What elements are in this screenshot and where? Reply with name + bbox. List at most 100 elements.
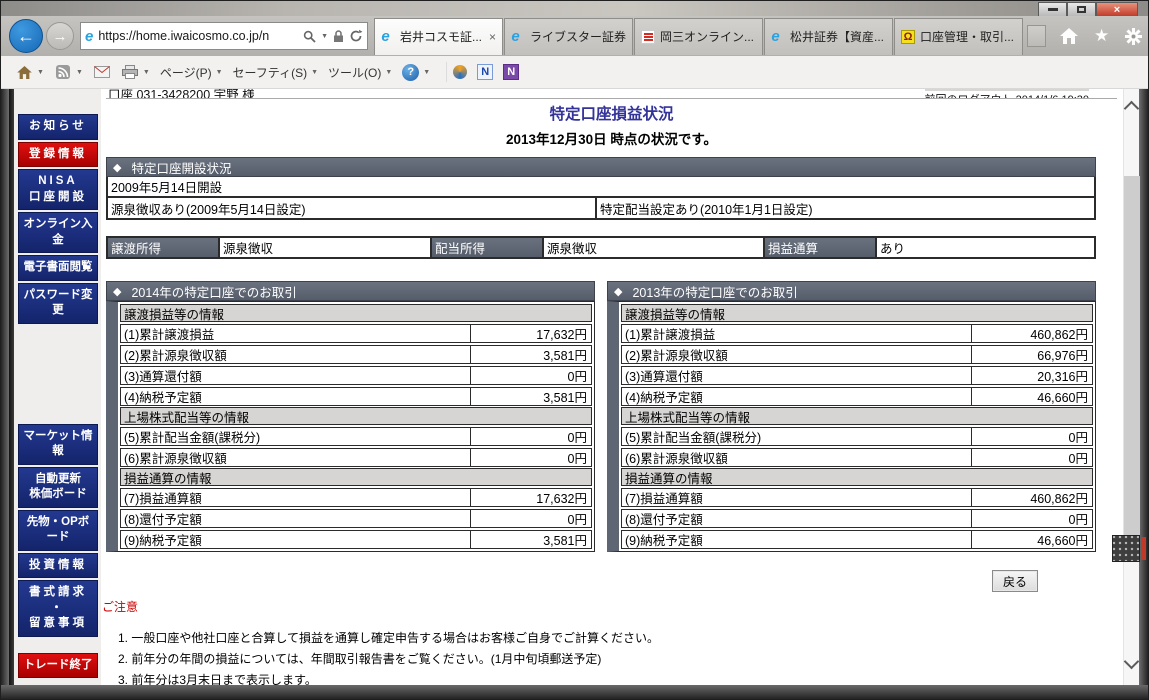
chevron-down-icon: ▼: [143, 69, 150, 76]
account-status-row: 譲渡所得 源泉徴収 配当所得 源泉徴収 損益通算 あり: [106, 236, 1096, 259]
section-header: 損益通算の情報: [120, 468, 592, 486]
onenote-linked-notes-button[interactable]: N: [503, 64, 519, 80]
search-icon[interactable]: [303, 30, 316, 43]
edge-red-sliver: [1141, 537, 1146, 560]
sidebar-item-market-jouhou[interactable]: マーケット情報: [18, 424, 98, 465]
read-mail-button[interactable]: [93, 64, 111, 80]
table-2014: ◆ 2014年の特定口座でのお取引 譲渡損益等の情報 (1)累計譲渡損益17,6…: [106, 281, 595, 552]
row-label: (1)累計譲渡損益: [121, 325, 471, 342]
page-body: お知らせ 登録情報 NISA 口座開設 オンライン入金 電子書面閲覧 パスワード…: [1, 89, 1148, 685]
onenote-linked-icon: N: [503, 64, 519, 80]
sidebar-top-group: お知らせ 登録情報 NISA 口座開設 オンライン入金 電子書面閲覧 パスワード…: [18, 114, 98, 324]
modoru-button[interactable]: 戻る: [992, 570, 1038, 592]
addon-button[interactable]: [453, 65, 467, 79]
sidebar-item-touroku-jouhou[interactable]: 登録情報: [18, 142, 98, 168]
row-label: (7)損益通算額: [121, 489, 471, 506]
addon-swirl-icon: [453, 65, 467, 79]
row-value: 0円: [471, 367, 591, 384]
opening-date-row: 2009年5月14日開設: [106, 177, 1096, 198]
safety-menu[interactable]: セーフティ(S) ▼: [233, 64, 319, 81]
row-value: 460,862円: [972, 325, 1092, 342]
diamond-icon: ◆: [614, 285, 622, 298]
status-value-songeki: あり: [877, 238, 1094, 257]
tab-matsui[interactable]: e 松井証券【資産...: [764, 18, 893, 55]
row-value: 20,316円: [972, 367, 1092, 384]
print-button[interactable]: ▼: [121, 64, 150, 80]
tab-bar: e 岩井コスモ証... × e ライブスター証券 岡三オンライン... e 松井…: [374, 18, 1024, 55]
send-to-onenote-button[interactable]: N: [477, 64, 493, 80]
row-value: 3,581円: [471, 388, 591, 405]
chevron-down-icon: ▼: [311, 69, 318, 76]
table-row: (3)通算還付額0円: [120, 366, 592, 385]
back-button[interactable]: ←: [9, 19, 43, 53]
forward-button[interactable]: →: [46, 22, 74, 50]
status-header-haitou: 配当所得: [432, 238, 544, 257]
row-label: (7)損益通算額: [622, 489, 972, 506]
ie-icon: e: [771, 30, 785, 44]
safety-menu-label: セーフティ(S): [233, 64, 308, 81]
window-controls: ×: [1038, 2, 1138, 17]
scrollbar-thumb[interactable]: [1124, 176, 1140, 561]
close-button[interactable]: ×: [1096, 2, 1138, 17]
tab-okasan-online[interactable]: 岡三オンライン...: [634, 18, 763, 55]
new-tab-button[interactable]: [1027, 25, 1046, 47]
sidebar-item-password-henkou[interactable]: パスワード変更: [18, 283, 98, 324]
vertical-scrollbar[interactable]: [1123, 89, 1139, 685]
rss-feed-button[interactable]: ▼: [54, 64, 83, 80]
tab-label: 岡三オンライン...: [660, 28, 756, 45]
address-bar[interactable]: e https://home.iwaicosmo.co.jp/n ▼: [80, 22, 368, 50]
table-row: (5)累計配当金額(課税分)0円: [120, 427, 592, 446]
help-menu[interactable]: ? ▼: [402, 64, 430, 81]
status-value-haitou: 源泉徴収: [544, 238, 765, 257]
scrollbar-grip[interactable]: [1112, 535, 1140, 562]
sidebar-item-kabuka-board[interactable]: 自動更新 株価ボード: [18, 467, 98, 508]
close-icon: ×: [1114, 4, 1120, 16]
home-icon[interactable]: [1060, 28, 1078, 44]
table-2013: ◆ 2013年の特定口座でのお取引 譲渡損益等の情報 (1)累計譲渡損益460,…: [607, 281, 1096, 552]
row-label: (2)累計源泉徴収額: [622, 346, 972, 363]
address-bar-icons: ▼: [303, 29, 363, 43]
tab-close-icon[interactable]: ×: [489, 30, 496, 44]
table-2013-header: ◆ 2013年の特定口座でのお取引: [607, 281, 1096, 301]
sidebar-item-toushi-jouhou[interactable]: 投資情報: [18, 553, 98, 579]
sidebar-item-online-nyukin[interactable]: オンライン入金: [18, 212, 98, 253]
sidebar-item-denshi-shomen[interactable]: 電子書面閲覧: [18, 255, 98, 281]
maximize-button[interactable]: [1067, 2, 1096, 17]
row-value: 0円: [471, 510, 591, 527]
search-dropdown-icon[interactable]: ▼: [321, 33, 328, 40]
gear-icon[interactable]: [1125, 28, 1142, 45]
note-item: 2. 前年分の年間の損益については、年間取引報告書をご覧ください。(1月中旬頃郵…: [118, 650, 1096, 667]
tab-livestar[interactable]: e ライブスター証券: [504, 18, 633, 55]
scroll-down-icon[interactable]: [1124, 654, 1140, 670]
navigation-bar: ← → e https://home.iwaicosmo.co.jp/n ▼ e…: [1, 16, 1148, 56]
table-row: (1)累計譲渡損益460,862円: [621, 324, 1093, 343]
opening-status-section: ◆ 特定口座開設状況 2009年5月14日開設 源泉徴収あり(2009年5月14…: [106, 157, 1096, 220]
section-header: 損益通算の情報: [621, 468, 1093, 486]
sidebar-item-nisa-kouza-kaisetsu[interactable]: NISA 口座開設: [18, 169, 98, 210]
row-value: 0円: [972, 449, 1092, 466]
section-header: 上場株式配当等の情報: [621, 407, 1093, 425]
minimize-button[interactable]: [1038, 2, 1067, 17]
refresh-icon[interactable]: [349, 29, 363, 43]
home-menu-button[interactable]: ▼: [15, 64, 44, 80]
status-header-songeki: 損益通算: [765, 238, 877, 257]
table-2014-title: 2014年の特定口座でのお取引: [131, 282, 296, 301]
page-subtitle: 2013年12月30日 時点の状況です。: [106, 128, 1117, 148]
page-menu[interactable]: ページ(P) ▼: [160, 64, 223, 81]
tab-kouza-kanri[interactable]: Ω 口座管理・取引...: [894, 18, 1023, 55]
ie-icon: e: [511, 30, 525, 44]
tab-iwai-cosmo[interactable]: e 岩井コスモ証... ×: [374, 18, 503, 55]
notice-title: ご注意: [102, 598, 1096, 615]
divider: [446, 62, 447, 82]
sidebar-item-oshirase[interactable]: お知らせ: [18, 114, 98, 140]
mail-icon: [93, 64, 111, 80]
tools-menu[interactable]: ツール(O) ▼: [328, 64, 392, 81]
sidebar-item-trade-shuuryou[interactable]: トレード終了: [18, 653, 98, 679]
scroll-up-icon[interactable]: [1124, 101, 1140, 117]
section-header: 譲渡損益等の情報: [120, 304, 592, 322]
row-label: (8)還付予定額: [622, 510, 972, 527]
favorites-star-icon[interactable]: ★: [1094, 26, 1109, 46]
sidebar-item-sakimono-op-board[interactable]: 先物・OPボード: [18, 510, 98, 551]
sidebar-item-shoshiki-seikyuu[interactable]: 書式請求 ・ 留意事項: [18, 580, 98, 637]
section-header: 譲渡損益等の情報: [621, 304, 1093, 322]
